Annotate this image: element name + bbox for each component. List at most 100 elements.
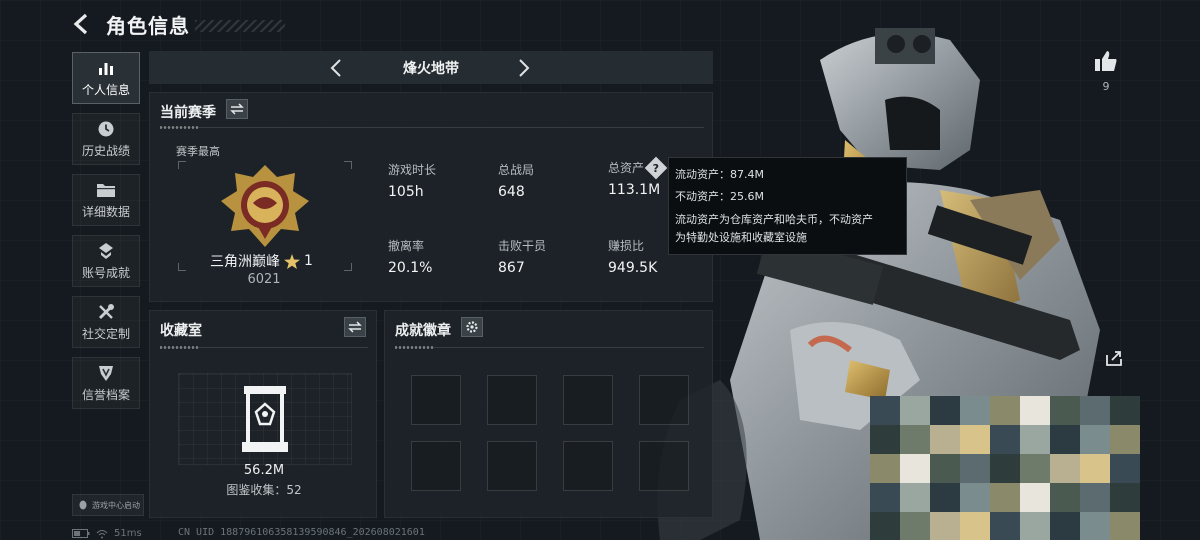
battery-icon — [72, 529, 90, 538]
tooltip-description: 流动资产为仓库资产和哈夫币，不动资产 为特勤处设施和收藏室设施 — [675, 211, 900, 247]
stat-label: 总战局 — [498, 163, 535, 177]
pixelated-area — [870, 396, 1140, 540]
mosaic-tile — [1080, 425, 1110, 454]
header-hatch-decoration — [195, 20, 285, 32]
mosaic-tile — [960, 512, 990, 540]
thumbs-up-icon — [1095, 51, 1117, 71]
badge-slot[interactable] — [411, 441, 461, 491]
mosaic-tile — [1110, 425, 1140, 454]
mosaic-tile — [1020, 454, 1050, 483]
stat-value: 648 — [498, 184, 525, 200]
badge-slot[interactable] — [487, 375, 537, 425]
season-panel: 当前赛季 赛季最高 三角洲巅峰 1 6021 游戏时长 105h 总战局 648… — [149, 92, 713, 302]
mosaic-tile — [1110, 396, 1140, 425]
clock-icon — [96, 120, 116, 138]
mosaic-tile — [1050, 396, 1080, 425]
mosaic-tile — [1080, 483, 1110, 512]
mosaic-tile — [870, 454, 900, 483]
sidebar-item-label: 历史战绩 — [81, 143, 130, 158]
vault-value: 56.2M — [243, 463, 285, 478]
mosaic-tile — [990, 512, 1020, 540]
stat-kills: 击败干员 867 — [498, 237, 546, 276]
mosaic-tile — [900, 512, 930, 540]
back-arrow-icon — [73, 13, 88, 35]
tooltip-fixed-assets: 不动资产：25.6M — [675, 190, 764, 203]
mosaic-tile — [1110, 483, 1140, 512]
back-button[interactable] — [70, 10, 94, 38]
mosaic-tile — [1020, 425, 1050, 454]
vault-switch-button[interactable] — [344, 317, 366, 337]
header: 角色信息 — [70, 8, 190, 40]
like-count: 9 — [1102, 80, 1110, 93]
star-icon — [284, 253, 300, 269]
badges-divider — [395, 346, 704, 349]
mosaic-tile — [930, 483, 960, 512]
mosaic-tile — [870, 425, 900, 454]
sidebar-item-label: 账号成就 — [81, 265, 130, 280]
badges-settings-button[interactable] — [461, 317, 483, 337]
sidebar-item-history[interactable]: 历史战绩 — [72, 113, 140, 165]
rank-points: 6021 — [247, 272, 281, 287]
mode-prev-button[interactable] — [325, 57, 347, 79]
game-center-launch-button[interactable]: 游戏中心启动 — [72, 494, 144, 516]
qq-icon — [79, 500, 87, 510]
chevron-left-icon — [330, 59, 341, 77]
mosaic-tile — [1050, 512, 1080, 540]
season-switch-button[interactable] — [226, 99, 248, 119]
mosaic-tile — [990, 483, 1020, 512]
badges-title: 成就徽章 — [395, 323, 451, 339]
mosaic-tile — [930, 512, 960, 540]
mosaic-tile — [960, 483, 990, 512]
tooltip-desc-line-2: 为特勤处设施和收藏室设施 — [675, 231, 807, 244]
sidebar-item-label: 个人信息 — [81, 82, 130, 97]
mosaic-tile — [1050, 483, 1080, 512]
mosaic-tile — [1110, 454, 1140, 483]
ping-value: 51ms — [114, 528, 142, 539]
mosaic-tile — [900, 454, 930, 483]
sidebar-item-detailed-data[interactable]: 详细数据 — [72, 174, 140, 226]
mosaic-tile — [930, 454, 960, 483]
launch-label: 游戏中心启动 — [92, 500, 140, 510]
mosaic-tile — [900, 396, 930, 425]
mosaic-tile — [930, 425, 960, 454]
stat-label: 总资产 — [608, 161, 645, 175]
vault-title: 收藏室 — [160, 323, 202, 339]
sidebar-item-personal-info[interactable]: 个人信息 — [72, 52, 140, 104]
season-title: 当前赛季 — [160, 105, 216, 121]
sidebar-item-label: 信誉档案 — [81, 387, 130, 402]
rank-name: 三角洲巅峰 — [210, 254, 280, 270]
mosaic-tile — [1050, 454, 1080, 483]
stat-total-matches: 总战局 648 — [498, 161, 534, 200]
chevron-right-icon — [519, 59, 530, 77]
mosaic-tile — [1020, 483, 1050, 512]
mosaic-tile — [960, 425, 990, 454]
sidebar-item-achievements[interactable]: 账号成就 — [72, 235, 140, 287]
badge-slot[interactable] — [563, 441, 613, 491]
mosaic-tile — [960, 454, 990, 483]
badge-slot[interactable] — [487, 441, 537, 491]
sidebar-item-credit[interactable]: 信誉档案 — [72, 357, 140, 409]
mosaic-tile — [900, 425, 930, 454]
mode-selector: 烽火地带 — [149, 51, 713, 84]
sidebar-item-social[interactable]: 社交定制 — [72, 296, 140, 348]
mosaic-tile — [930, 396, 960, 425]
season-divider — [160, 126, 704, 129]
mosaic-tile — [960, 396, 990, 425]
status-bar: 51ms — [72, 527, 142, 540]
share-icon — [1106, 351, 1122, 366]
sidebar-item-label: 详细数据 — [81, 204, 130, 219]
badge-slot[interactable] — [639, 441, 689, 491]
season-best-label: 赛季最高 — [176, 145, 220, 158]
badge-slot[interactable] — [563, 375, 613, 425]
mode-next-button[interactable] — [513, 57, 535, 79]
stat-value: 20.1% — [388, 260, 433, 276]
mosaic-tile — [1080, 454, 1110, 483]
sidebar: 个人信息 历史战绩 详细数据 账号成就 社交定制 信誉档案 — [72, 52, 140, 409]
badges-panel: 成就徽章 — [384, 310, 713, 518]
swap-icon — [230, 103, 244, 115]
badge-slot[interactable] — [639, 375, 689, 425]
shield-icon — [96, 364, 116, 382]
badge-slot[interactable] — [411, 375, 461, 425]
share-button[interactable] — [1101, 345, 1127, 371]
like-button[interactable]: 9 — [1092, 50, 1120, 93]
